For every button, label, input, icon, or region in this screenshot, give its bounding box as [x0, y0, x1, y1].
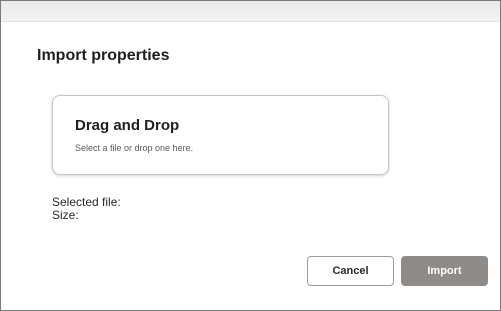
- file-drop-zone[interactable]: Drag and Drop Select a file or drop one …: [52, 95, 389, 175]
- file-size-label: Size:: [52, 208, 79, 222]
- import-dialog: Import properties Drag and Drop Select a…: [0, 0, 501, 311]
- drop-zone-hint: Select a file or drop one here.: [75, 143, 194, 153]
- import-button[interactable]: Import: [401, 256, 488, 286]
- drop-zone-title: Drag and Drop: [75, 117, 180, 134]
- cancel-button[interactable]: Cancel: [307, 256, 394, 286]
- dialog-top-strip: [1, 1, 500, 22]
- dialog-title: Import properties: [37, 47, 170, 64]
- selected-file-label: Selected file:: [52, 195, 121, 209]
